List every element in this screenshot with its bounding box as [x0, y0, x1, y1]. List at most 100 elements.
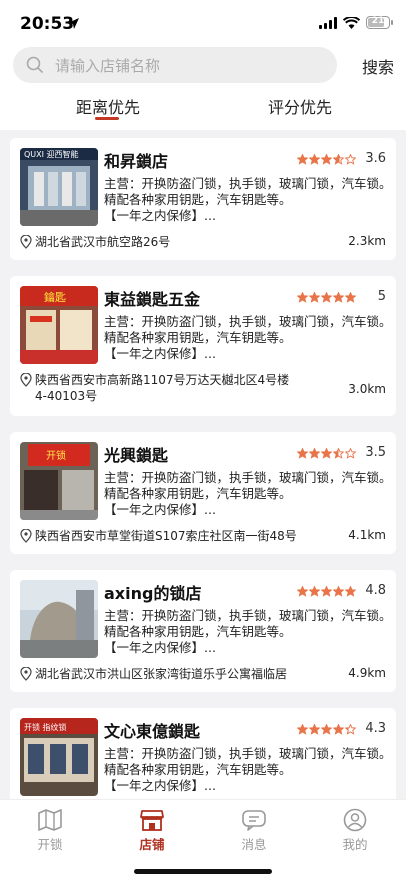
store-score: 4.3: [365, 721, 386, 736]
tabbar-label: 消息: [241, 837, 267, 852]
store-card[interactable]: axing的锁店 4.8 主营：开换防盗门锁，执手锁，玻璃门锁，汽车锁。 精配各…: [10, 570, 396, 692]
store-description: 主营：开换防盗门锁，执手锁，玻璃门锁，汽车锁。 精配各种家用钥匙，汽车钥匙等。 …: [104, 746, 388, 794]
tabbar-label: 店铺: [139, 837, 165, 852]
desc-line: 【一年之内保修】...: [104, 208, 216, 223]
home-indicator: [134, 869, 272, 874]
star-icon: [297, 586, 308, 597]
star-icon: [297, 292, 308, 303]
store-card[interactable]: 开锁 指纹锁 文心東億鎖匙 4.3 主营：开换防盗门锁，执手锁，玻璃门锁，汽车锁…: [10, 708, 396, 799]
tabbar-item-messages[interactable]: 消息: [224, 808, 284, 853]
star-icon: [297, 724, 308, 735]
store-address: 湖北省武汉市航空路26号: [20, 234, 170, 250]
desc-line: 【一年之内保修】...: [104, 640, 216, 655]
tabbar-item-unlock[interactable]: 开锁: [20, 808, 80, 853]
active-tab-indicator: [95, 117, 119, 120]
status-icons: 21: [319, 16, 393, 29]
star-icon: [333, 292, 344, 303]
star-icon: [345, 724, 356, 735]
desc-line: 精配各种家用钥匙，汽车钥匙等。: [104, 762, 292, 777]
profile-icon: [343, 808, 367, 832]
star-rating: [297, 448, 356, 459]
status-bar: 20:53 21: [0, 0, 406, 48]
desc-line: 主营：开换防盗门锁，执手锁，玻璃门锁，汽车锁。: [104, 746, 388, 761]
tabbar-item-store[interactable]: 店铺: [122, 808, 182, 853]
star-icon: [321, 724, 332, 735]
thumb-text: 开锁 指纹锁: [24, 722, 67, 732]
map-icon: [38, 809, 62, 831]
desc-line: 主营：开换防盗门锁，执手锁，玻璃门锁，汽车锁。: [104, 314, 388, 329]
tabbar-item-profile[interactable]: 我的: [325, 808, 385, 853]
star-icon: [297, 448, 308, 459]
store-description: 主营：开换防盗门锁，执手锁，玻璃门锁，汽车锁。 精配各种家用钥匙，汽车钥匙等。 …: [104, 470, 388, 518]
store-description: 主营：开换防盗门锁，执手锁，玻璃门锁，汽车锁。 精配各种家用钥匙，汽车钥匙等。 …: [104, 608, 388, 656]
desc-line: 精配各种家用钥匙，汽车钥匙等。: [104, 624, 292, 639]
store-distance: 2.3km: [348, 234, 386, 248]
star-icon: [333, 724, 344, 735]
location-pin-icon: [20, 667, 32, 681]
store-thumbnail: QUXI 迎西智能: [20, 148, 98, 226]
store-card[interactable]: QUXI 迎西智能 和昇鎖店 3.6 主营：开换防盗门锁，执手锁，玻璃门锁，汽车…: [10, 138, 396, 260]
store-thumbnail: [20, 580, 98, 658]
desc-line: 主营：开换防盗门锁，执手锁，玻璃门锁，汽车锁。: [104, 608, 388, 623]
cellular-signal-icon: [319, 16, 337, 29]
star-icon: [321, 586, 332, 597]
store-address: 陕西省西安市草堂街道S107索庄社区南一街48号: [20, 528, 297, 544]
desc-line: 主营：开换防盗门锁，执手锁，玻璃门锁，汽车锁。: [104, 176, 388, 191]
store-score: 3.6: [365, 151, 386, 166]
desc-line: 【一年之内保修】...: [104, 778, 216, 793]
star-icon: [321, 154, 332, 165]
star-icon: [345, 292, 356, 303]
store-thumbnail: 开锁: [20, 442, 98, 520]
address-text: 湖北省武汉市洪山区张家湾街道乐乎公寓福临居: [35, 667, 288, 681]
desc-line: 精配各种家用钥匙，汽车钥匙等。: [104, 192, 292, 207]
address-text: 湖北省武汉市航空路26号: [35, 235, 171, 249]
star-rating: [297, 724, 356, 735]
store-distance: 3.0km: [348, 382, 386, 396]
store-address: 湖北省武汉市洪山区张家湾街道乐乎公寓福临居: [20, 666, 287, 682]
store-name: 光興鎖匙: [104, 446, 169, 465]
thumb-text: 开锁: [46, 449, 66, 462]
search-placeholder: 请输入店铺名称: [55, 56, 161, 75]
desc-line: 主营：开换防盗门锁，执手锁，玻璃门锁，汽车锁。: [104, 470, 388, 485]
star-icon: [333, 586, 344, 597]
star-icon: [309, 154, 320, 165]
star-icon: [345, 586, 356, 597]
store-score: 3.5: [365, 445, 386, 460]
store-score: 4.8: [365, 583, 386, 598]
tab-distance-first[interactable]: 距离优先: [76, 94, 140, 118]
tabbar-label: 开锁: [37, 837, 63, 852]
store-name: 東益鎖匙五金: [104, 290, 201, 309]
search-icon: [26, 56, 43, 73]
desc-line: 【一年之内保修】...: [104, 502, 216, 517]
star-icon: [333, 154, 344, 165]
store-name: 和昇鎖店: [104, 152, 169, 171]
tabbar-label: 我的: [342, 837, 368, 852]
battery-level: 21: [371, 16, 385, 26]
desc-line: 【一年之内保修】...: [104, 346, 216, 361]
location-pin-icon: [20, 529, 32, 543]
store-name: axing的锁店: [104, 584, 202, 603]
desc-line: 精配各种家用钥匙，汽车钥匙等。: [104, 486, 292, 501]
store-distance: 4.1km: [348, 528, 386, 542]
search-input[interactable]: 请输入店铺名称: [13, 47, 337, 83]
search-button[interactable]: 搜索: [362, 54, 394, 78]
status-time: 20:53: [20, 14, 75, 34]
star-rating: [297, 292, 356, 303]
desc-line: 精配各种家用钥匙，汽车钥匙等。: [104, 330, 292, 345]
star-icon: [309, 586, 320, 597]
message-icon: [242, 810, 266, 831]
star-icon: [333, 448, 344, 459]
location-arrow-icon: [68, 18, 79, 29]
star-icon: [309, 448, 320, 459]
store-card[interactable]: 鑰匙 東益鎖匙五金 5 主营：开换防盗门锁，执手锁，玻璃门锁，汽车锁。 精配各种…: [10, 276, 396, 416]
store-description: 主营：开换防盗门锁，执手锁，玻璃门锁，汽车锁。 精配各种家用钥匙，汽车钥匙等。 …: [104, 314, 388, 362]
store-distance: 4.9km: [348, 666, 386, 680]
tab-rating-first[interactable]: 评分优先: [268, 94, 332, 118]
address-text: 陕西省西安市草堂街道S107索庄社区南一街48号: [35, 529, 297, 543]
store-card[interactable]: 开锁 光興鎖匙 3.5 主营：开换防盗门锁，执手锁，玻璃门锁，汽车锁。 精配各种…: [10, 432, 396, 554]
store-address: 陕西省西安市高新路1107号万达天樾北区4号楼4-40103号: [20, 372, 300, 404]
star-rating: [297, 586, 356, 597]
location-pin-icon: [20, 373, 32, 387]
store-icon: [140, 810, 164, 831]
star-icon: [321, 448, 332, 459]
